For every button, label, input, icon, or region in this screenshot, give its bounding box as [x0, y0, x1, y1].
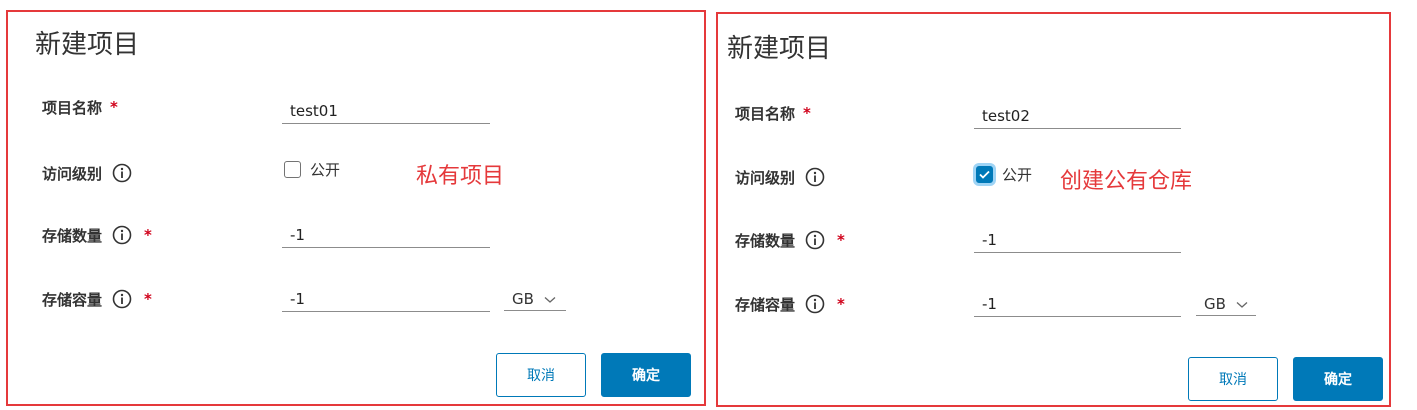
info-circle-icon[interactable]: [805, 230, 825, 250]
checkbox-box[interactable]: [976, 165, 993, 183]
public-repo-annotation: 创建公有仓库: [1060, 169, 1193, 194]
storage-capacity-label: 存储容量 *: [735, 293, 845, 315]
project-name-field: [282, 99, 490, 124]
private-project-annotation: 私有项目: [416, 164, 505, 189]
storage-capacity-label-text: 存储容量: [42, 290, 103, 309]
cancel-button[interactable]: 取消: [1188, 357, 1278, 401]
chevron-down-icon: [1236, 295, 1248, 313]
project-name-input[interactable]: [974, 104, 1181, 128]
capacity-unit-select[interactable]: GB: [1196, 292, 1256, 316]
access-level-label-text: 访问级别: [42, 164, 103, 183]
project-name-label: 项目名称 *: [42, 96, 118, 118]
info-circle-icon[interactable]: [805, 167, 825, 187]
storage-count-label: 存储数量 *: [42, 224, 152, 246]
info-circle-icon[interactable]: [805, 294, 825, 314]
storage-capacity-field: [282, 287, 490, 312]
public-checkbox[interactable]: 公开: [284, 158, 340, 180]
storage-capacity-label-text: 存储容量: [735, 295, 796, 314]
project-name-label-text: 项目名称: [42, 98, 103, 117]
required-mark: *: [110, 98, 118, 116]
storage-capacity-input[interactable]: [282, 287, 490, 311]
project-name-label: 项目名称 *: [735, 102, 811, 124]
checkbox-box[interactable]: [284, 160, 301, 178]
access-level-label: 访问级别: [42, 162, 132, 184]
confirm-button[interactable]: 确定: [601, 353, 691, 397]
capacity-unit-value: GB: [512, 289, 534, 308]
project-name-field: [974, 104, 1181, 129]
capacity-unit-select[interactable]: GB: [504, 287, 566, 311]
required-mark: *: [144, 290, 152, 308]
check-icon: [979, 170, 990, 179]
required-mark: *: [803, 104, 811, 122]
access-level-label-text: 访问级别: [735, 168, 796, 187]
storage-count-field: [282, 223, 490, 248]
new-project-dialog-private: 新建项目 项目名称 * 访问级别 公开 私有项目 存储数量 * 存储容量 *: [6, 10, 706, 406]
info-circle-icon[interactable]: [112, 289, 132, 309]
storage-capacity-label: 存储容量 *: [42, 288, 152, 310]
public-checkbox-label: 公开: [310, 160, 341, 179]
capacity-unit-value: GB: [1204, 294, 1226, 313]
public-checkbox-label: 公开: [1002, 165, 1033, 184]
dialog-title: 新建项目: [727, 34, 832, 64]
storage-count-label-text: 存储数量: [42, 226, 103, 245]
required-mark: *: [144, 226, 152, 244]
storage-count-field: [974, 228, 1181, 253]
new-project-dialog-public: 新建项目 项目名称 * 访问级别 公开 创建公有仓库 存储数量 * 存储容量: [716, 12, 1391, 407]
storage-count-label-text: 存储数量: [735, 231, 796, 250]
public-checkbox[interactable]: 公开: [976, 163, 1032, 185]
storage-count-label: 存储数量 *: [735, 229, 845, 251]
info-circle-icon[interactable]: [112, 225, 132, 245]
access-level-label: 访问级别: [735, 166, 825, 188]
project-name-input[interactable]: [282, 99, 490, 123]
info-circle-icon[interactable]: [112, 163, 132, 183]
storage-capacity-field: [974, 292, 1181, 317]
storage-capacity-input[interactable]: [974, 292, 1181, 316]
required-mark: *: [837, 231, 845, 249]
storage-count-input[interactable]: [974, 228, 1181, 252]
dialog-title: 新建项目: [35, 30, 140, 60]
storage-count-input[interactable]: [282, 223, 490, 247]
chevron-down-icon: [544, 290, 556, 308]
project-name-label-text: 项目名称: [735, 104, 796, 123]
required-mark: *: [837, 295, 845, 313]
confirm-button[interactable]: 确定: [1293, 357, 1383, 401]
cancel-button[interactable]: 取消: [496, 353, 586, 397]
